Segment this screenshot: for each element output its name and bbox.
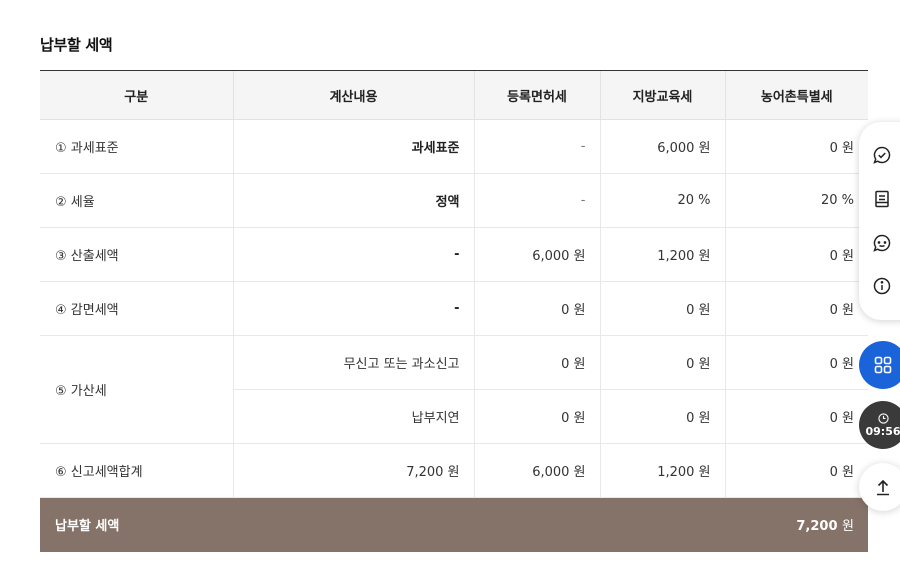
table-row: ⑤ 가산세 무신고 또는 과소신고 0 원 0 원 0 원: [40, 335, 868, 444]
row-label: ① 과세표준: [40, 119, 233, 174]
header-local-education-tax: 지방교육세: [599, 70, 725, 120]
registration-cell: -: [473, 173, 600, 228]
calc-cell: 무신고 또는 과소신고: [232, 335, 474, 390]
table-row: ② 세율 정액 - 20 % 20 %: [40, 173, 868, 228]
table-row: ⑥ 신고세액합계 7,200 원 6,000 원 1,200 원 0 원: [40, 443, 868, 498]
header-rural-special-tax: 농어촌특별세: [724, 70, 868, 120]
payable-tax-unit: 원: [842, 519, 854, 535]
row-label: ② 세율: [40, 173, 233, 228]
calc-cell: 7,200 원: [232, 443, 474, 498]
rural-cell: 0 원: [724, 227, 868, 282]
session-timer-text: 09:56: [865, 424, 900, 438]
document-icon[interactable]: [871, 188, 893, 210]
calc-cell: 과세표준: [232, 119, 474, 174]
calc-cell: 정액: [232, 173, 474, 228]
info-icon[interactable]: [871, 275, 893, 297]
education-cell: 0 원: [599, 281, 725, 336]
quick-menu-panel: [859, 122, 900, 320]
grid-menu-icon: [874, 356, 892, 374]
education-cell: 6,000 원: [599, 119, 725, 174]
section-title: 납부할 세액: [40, 36, 113, 54]
education-cell: 20 %: [599, 173, 725, 228]
calc-cell: -: [232, 227, 474, 282]
header-calculation: 계산내용: [232, 70, 474, 120]
header-category: 구분: [40, 70, 233, 120]
rural-cell: 0 원: [724, 281, 868, 336]
session-timer-button[interactable]: 09:56: [859, 401, 900, 449]
table-row: ① 과세표준 과세표준 - 6,000 원 0 원: [40, 119, 868, 174]
education-cell: 1,200 원: [599, 227, 725, 282]
rural-cell: 0 원: [724, 335, 868, 390]
payable-tax-amount: 7,200 원: [474, 498, 868, 552]
row-label: ⑤ 가산세: [40, 335, 233, 444]
tax-table: 구분 계산내용 등록면허세 지방교육세 농어촌특별세 ① 과세표준 과세표준 -…: [40, 70, 868, 552]
registration-cell: 0 원: [473, 335, 600, 390]
calc-cell: -: [232, 281, 474, 336]
registration-cell: 0 원: [473, 389, 600, 444]
row-label: ⑥ 신고세액합계: [40, 443, 233, 498]
registration-cell: -: [473, 119, 600, 174]
education-cell: 0 원: [599, 335, 725, 390]
scroll-top-button[interactable]: [859, 463, 900, 511]
rural-cell: 0 원: [724, 119, 868, 174]
chat-check-icon[interactable]: [871, 144, 893, 166]
payable-tax-value: 7,200: [796, 519, 838, 535]
education-cell: 0 원: [599, 389, 725, 444]
grid-menu-button[interactable]: [859, 341, 900, 389]
registration-cell: 0 원: [473, 281, 600, 336]
education-cell: 1,200 원: [599, 443, 725, 498]
registration-cell: 6,000 원: [473, 443, 600, 498]
chatbot-icon[interactable]: [871, 232, 893, 254]
clock-icon: [877, 412, 889, 424]
row-label: ④ 감면세액: [40, 281, 233, 336]
payable-tax-row: 납부할 세액 7,200 원: [40, 497, 868, 552]
table-header-row: 구분 계산내용 등록면허세 지방교육세 농어촌특별세: [40, 70, 868, 120]
table-row: ④ 감면세액 - 0 원 0 원 0 원: [40, 281, 868, 336]
table-row: ③ 산출세액 - 6,000 원 1,200 원 0 원: [40, 227, 868, 282]
rural-cell: 20 %: [724, 173, 868, 228]
calc-cell: 납부지연: [232, 389, 474, 444]
header-registration-tax: 등록면허세: [473, 70, 600, 120]
payable-tax-label: 납부할 세액: [55, 519, 120, 535]
rural-cell: 0 원: [724, 443, 868, 498]
row-label: ③ 산출세액: [40, 227, 233, 282]
rural-cell: 0 원: [724, 389, 868, 444]
arrow-up-icon: [877, 479, 889, 496]
registration-cell: 6,000 원: [473, 227, 600, 282]
